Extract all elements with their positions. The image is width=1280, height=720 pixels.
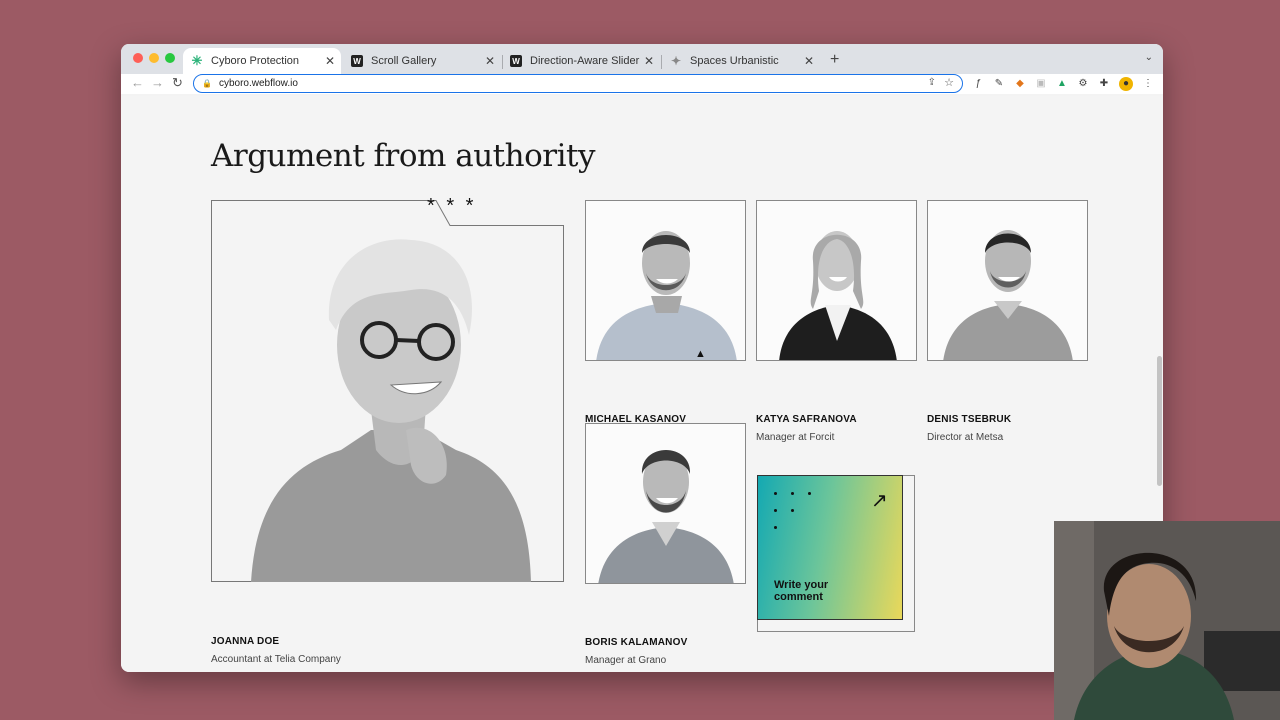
profile-avatar-icon[interactable]: ● [1119,77,1133,91]
featured-person-role: Accountant at Telia Company [211,654,341,665]
star-icon: ✳ [191,53,203,68]
dots-icon [774,492,824,532]
tab-direction-aware-slider[interactable]: W Direction-Aware Slider ✕ [502,48,660,74]
maximize-window-button[interactable] [165,53,175,63]
eyedropper-icon[interactable]: ✎ [992,77,1006,91]
person-card-boris[interactable] [585,423,746,584]
browser-window: ✳ Cyboro Protection ✕ W Scroll Gallery ✕… [121,44,1163,672]
tab-title: Spaces Urbanistic [690,55,779,67]
forward-icon[interactable]: → [151,75,164,90]
tab-cyboro-protection[interactable]: ✳ Cyboro Protection ✕ [183,48,341,74]
tab-title: Direction-Aware Slider [530,55,640,67]
close-icon[interactable]: ✕ [485,54,495,68]
reload-icon[interactable]: ↻ [172,75,183,91]
puzzle-icon[interactable]: ✚ [1097,77,1111,91]
share-icon[interactable]: ⇪ [928,77,936,88]
tab-spaces-urbanistic[interactable]: ✦ Spaces Urbanistic ✕ [662,48,820,74]
extension-icon[interactable]: ▣ [1034,77,1048,91]
close-icon[interactable]: ✕ [804,54,814,68]
person-card-katya[interactable] [756,200,917,361]
person-photo [598,450,734,583]
featured-person-photo [211,200,564,582]
metamask-icon[interactable]: ◆ [1013,77,1027,91]
minimize-window-button[interactable] [149,53,159,63]
dot-icon: ✦ [670,54,682,68]
comment-label: Write your comment [774,579,829,603]
mouse-cursor-icon: ▲ [695,348,706,360]
address-bar[interactable]: 🔒 cyboro.webflow.io ⇪ ☆ [193,74,963,93]
webflow-icon: W [510,55,522,67]
person-name: KATYA SAFRANOVA [756,414,857,425]
new-tab-icon[interactable]: + [830,51,839,69]
settings-extension-icon[interactable]: ⚙ [1076,77,1090,91]
person-photo [943,230,1073,360]
more-menu-icon[interactable]: ⋮ [1141,77,1155,91]
drive-icon[interactable]: ▲ [1055,77,1069,91]
person-name: BORIS KALAMANOV [585,637,688,648]
section-title: Argument from authority [211,138,595,174]
webflow-icon: W [351,55,363,67]
page-scrollbar[interactable] [1157,356,1162,486]
back-icon[interactable]: ← [131,75,144,90]
function-extension-icon[interactable]: ƒ [971,77,985,91]
person-card-denis[interactable] [927,200,1088,361]
person-card-michael[interactable] [585,200,746,361]
person-name: DENIS TSEBRUK [927,414,1012,425]
person-photo [779,231,897,360]
write-comment-card[interactable]: ↗ Write your comment [757,475,915,632]
bookmark-star-icon[interactable]: ☆ [944,76,954,89]
person-role: Director at Metsa [927,432,1004,443]
webcam-overlay [1054,521,1280,720]
featured-person-name: JOANNA DOE [211,636,280,647]
arrow-up-right-icon: ↗ [871,490,888,512]
lock-icon: 🔒 [202,79,212,88]
person-role: Manager at Forcit [756,432,835,443]
browser-toolbar: ← → ↻ 🔒 cyboro.webflow.io ⇪ ☆ ƒ ✎ ◆ ▣ ▲ … [121,74,1163,94]
tab-bar: ✳ Cyboro Protection ✕ W Scroll Gallery ✕… [121,44,1163,74]
decorative-stars: * * * [427,195,477,217]
person-role: Manager at Grano [585,655,667,666]
person-photo [596,231,737,360]
webcam-person [1054,521,1280,720]
tab-title: Cyboro Protection [211,55,300,67]
close-icon[interactable]: ✕ [325,54,335,68]
url-text: cyboro.webflow.io [218,78,298,89]
close-window-button[interactable] [133,53,143,63]
tab-search-icon[interactable]: ⌄ [1145,52,1153,63]
close-icon[interactable]: ✕ [644,54,654,68]
featured-person-card[interactable] [211,200,564,582]
page-content: Argument from authority * * * JOANNA DOE… [121,96,1163,672]
tab-scroll-gallery[interactable]: W Scroll Gallery ✕ [343,48,501,74]
comment-card-face: ↗ Write your comment [757,475,903,620]
tab-title: Scroll Gallery [371,55,437,67]
